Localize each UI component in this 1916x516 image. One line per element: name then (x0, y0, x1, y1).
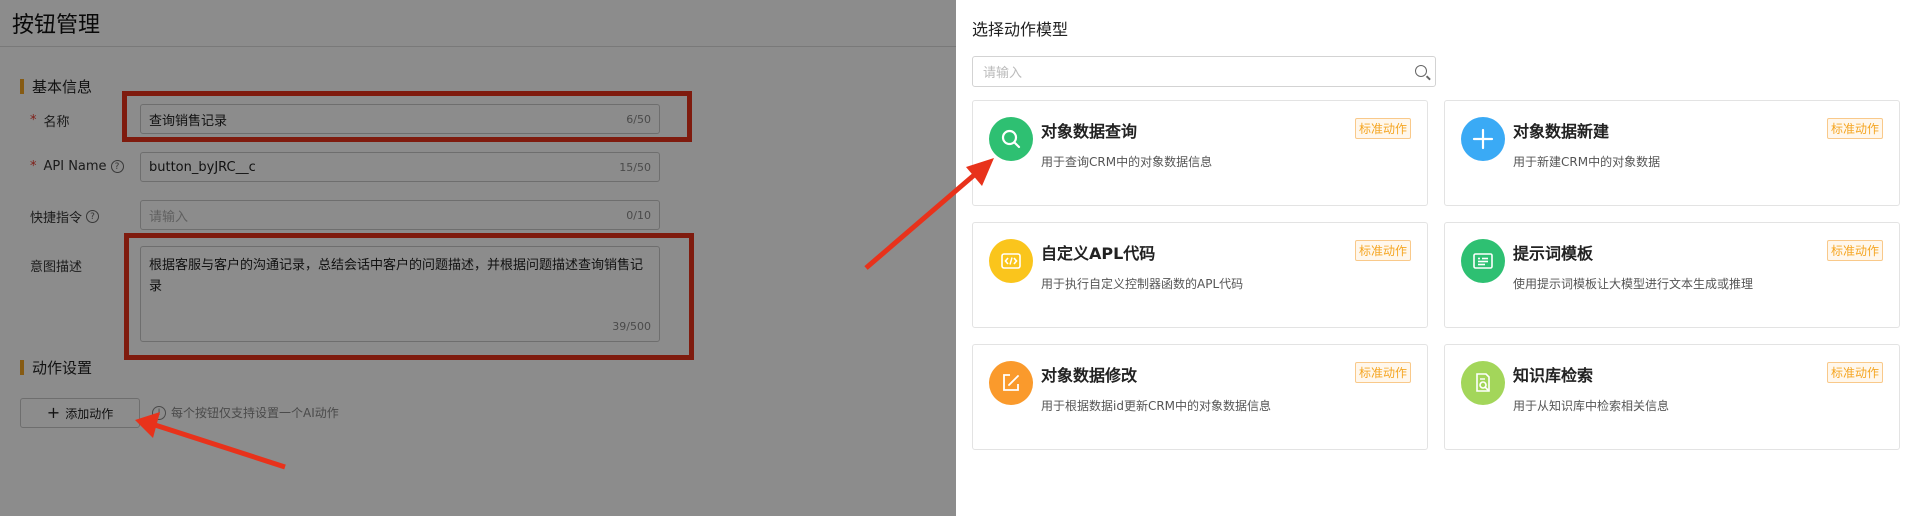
standard-action-badge: 标准动作 (1354, 240, 1411, 261)
page-header: 按钮管理 (0, 0, 956, 47)
search-placeholder: 请输入 (983, 66, 1023, 81)
action-hint-text: 每个按钮仅支持设置一个AI动作 (171, 406, 339, 420)
standard-action-badge: 标准动作 (1826, 362, 1883, 383)
card-description: 使用提示词模板让大模型进行文本生成或推理 (1513, 277, 1754, 291)
card-title: 提示词模板 (1513, 244, 1594, 263)
template-icon (1461, 239, 1505, 283)
card-title: 自定义APL代码 (1041, 244, 1156, 263)
code-icon (989, 239, 1033, 283)
card-description: 用于执行自定义控制器函数的APL代码 (1041, 277, 1244, 291)
model-search-input[interactable]: 请输入 (972, 56, 1436, 87)
action-settings-section-title: 动作设置 (20, 357, 92, 378)
api-name-input[interactable]: button_byJRC__c 15/50 (140, 152, 660, 182)
card-title: 对象数据查询 (1041, 122, 1138, 141)
standard-action-badge: 标准动作 (1354, 362, 1411, 383)
search-icon (989, 117, 1033, 161)
card-description: 用于根据数据id更新CRM中的对象数据信息 (1041, 399, 1272, 413)
button-management-page: 按钮管理 基本信息 * 名称 查询销售记录 6/50 * API Name ? … (0, 0, 956, 516)
standard-action-badge: 标准动作 (1826, 240, 1883, 261)
card-title: 对象数据新建 (1513, 122, 1610, 141)
intent-label-text: 意图描述 (30, 260, 83, 275)
action-card-object-query[interactable]: 对象数据查询 用于查询CRM中的对象数据信息 标准动作 (972, 100, 1428, 206)
edit-icon (989, 361, 1033, 405)
standard-action-badge: 标准动作 (1354, 118, 1411, 139)
plus-icon: + (46, 403, 61, 422)
plus-icon (1461, 117, 1505, 161)
card-description: 用于新建CRM中的对象数据 (1513, 155, 1661, 169)
annotation-box-name (122, 91, 692, 142)
intent-label: 意图描述 (30, 256, 82, 275)
action-card-object-create[interactable]: 对象数据新建 用于新建CRM中的对象数据 标准动作 (1444, 100, 1900, 206)
drawer-title: 选择动作模型 (972, 20, 1069, 39)
shortcut-label-text: 快捷指令 (30, 211, 83, 226)
question-circle-icon[interactable]: ? (110, 160, 124, 173)
section-accent-bar (20, 360, 24, 375)
api-name-label: * API Name ? (30, 159, 124, 174)
annotation-box-intent (124, 233, 694, 360)
basic-info-section-title: 基本信息 (20, 76, 92, 97)
question-circle-icon[interactable]: ? (86, 210, 100, 223)
knowledge-search-icon (1461, 361, 1505, 405)
action-card-knowledge-search[interactable]: 知识库检索 用于从知识库中检索相关信息 标准动作 (1444, 344, 1900, 450)
card-title: 对象数据修改 (1041, 366, 1138, 385)
card-description: 用于查询CRM中的对象数据信息 (1041, 155, 1213, 169)
shortcut-label: 快捷指令 ? (30, 207, 100, 226)
page-title: 按钮管理 (12, 13, 101, 38)
add-action-button-label: 添加动作 (65, 406, 114, 421)
shortcut-input-placeholder: 请输入 (149, 209, 189, 225)
info-icon: ! (152, 405, 166, 420)
card-title: 知识库检索 (1513, 366, 1594, 385)
section-accent-bar (20, 79, 24, 94)
standard-action-badge: 标准动作 (1826, 118, 1883, 139)
shortcut-input[interactable]: 请输入 0/10 (140, 200, 660, 230)
api-name-input-value: button_byJRC__c (149, 159, 256, 175)
name-label: * 名称 (30, 111, 70, 130)
action-hint: ! 每个按钮仅支持设置一个AI动作 (152, 404, 339, 421)
required-mark: * (30, 113, 37, 128)
action-card-custom-apl[interactable]: 自定义APL代码 用于执行自定义控制器函数的APL代码 标准动作 (972, 222, 1428, 328)
shortcut-char-counter: 0/10 (626, 208, 651, 222)
action-card-object-update[interactable]: 对象数据修改 用于根据数据id更新CRM中的对象数据信息 标准动作 (972, 344, 1428, 450)
api-name-label-text: API Name (43, 159, 107, 174)
section-title-text: 基本信息 (32, 78, 93, 96)
card-description: 用于从知识库中检索相关信息 (1513, 399, 1670, 413)
section-title-text: 动作设置 (32, 359, 93, 377)
name-label-text: 名称 (43, 115, 70, 130)
api-name-char-counter: 15/50 (619, 160, 651, 174)
action-model-drawer: 选择动作模型 请输入 对象数据查询 用于查询CRM中的对象数据信息 标准动作 对… (956, 0, 1916, 516)
add-action-button[interactable]: + 添加动作 (20, 398, 140, 428)
search-icon[interactable] (1415, 65, 1427, 77)
action-card-prompt-template[interactable]: 提示词模板 使用提示词模板让大模型进行文本生成或推理 标准动作 (1444, 222, 1900, 328)
required-mark: * (30, 159, 37, 174)
